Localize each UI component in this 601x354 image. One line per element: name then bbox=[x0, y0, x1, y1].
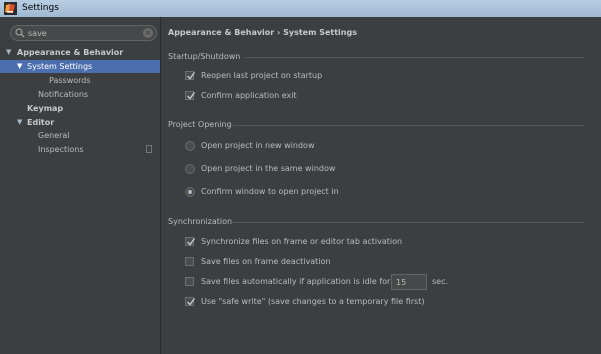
project-settings-icon bbox=[146, 145, 152, 153]
checkbox-label: Reopen last project on startup bbox=[201, 71, 323, 80]
idle-seconds-input[interactable] bbox=[392, 275, 426, 289]
radio-label: Open project in new window bbox=[201, 141, 315, 150]
section-title-synchronization: Synchronization bbox=[168, 217, 233, 226]
expand-arrow-icon[interactable]: ▼ bbox=[17, 60, 22, 73]
radio-button[interactable] bbox=[185, 187, 195, 197]
check-icon bbox=[187, 238, 196, 246]
settings-content: Appearance & Behavior › System Settings … bbox=[161, 17, 601, 354]
checkbox-label: Confirm application exit bbox=[201, 91, 297, 100]
tree-item-keymap[interactable]: Keymap bbox=[0, 102, 160, 115]
checkbox-label: Save files automatically if application … bbox=[201, 277, 391, 286]
tree-item-label: Inspections bbox=[38, 145, 84, 154]
tree-item-notifications[interactable]: Notifications bbox=[0, 88, 160, 101]
tree-item-label: Keymap bbox=[27, 104, 64, 113]
radio-label: Open project in the same window bbox=[201, 164, 336, 173]
checkbox-label: Use "safe write" (save changes to a temp… bbox=[201, 297, 425, 306]
checkbox-label: Synchronize files on frame or editor tab… bbox=[201, 237, 403, 246]
radio-label: Confirm window to open project in bbox=[201, 187, 339, 196]
tree-item-passwords[interactable]: Passwords bbox=[0, 74, 160, 87]
tree-item-editor[interactable]: ▼ Editor bbox=[0, 116, 160, 129]
tree-item-label: Passwords bbox=[49, 76, 91, 85]
tree-item-general[interactable]: General bbox=[0, 129, 160, 142]
seconds-unit-label: sec. bbox=[432, 277, 449, 286]
tree-item-label: General bbox=[38, 131, 70, 140]
section-divider bbox=[245, 57, 585, 58]
title-bar: Settings bbox=[0, 0, 601, 17]
tree-item-label: System Settings bbox=[27, 62, 93, 71]
checkbox-label: Save files on frame deactivation bbox=[201, 257, 331, 266]
search-icon bbox=[15, 28, 25, 38]
expand-arrow-icon[interactable]: ▼ bbox=[17, 116, 22, 129]
clear-search-icon[interactable]: × bbox=[143, 28, 153, 38]
radio-selected-dot bbox=[188, 190, 192, 194]
tree-item-label: Notifications bbox=[38, 90, 89, 99]
checkbox-box[interactable] bbox=[185, 257, 194, 266]
section-title-startup: Startup/Shutdown bbox=[168, 52, 241, 61]
checkbox-box[interactable] bbox=[185, 91, 196, 100]
settings-search: × bbox=[10, 25, 157, 41]
check-icon bbox=[187, 92, 196, 100]
expand-arrow-icon[interactable]: ▼ bbox=[6, 46, 11, 59]
radio-button[interactable] bbox=[185, 164, 195, 174]
check-icon bbox=[187, 298, 196, 306]
checkbox-box[interactable] bbox=[185, 237, 196, 246]
breadcrumb: Appearance & Behavior › System Settings bbox=[168, 28, 357, 37]
idle-seconds-field[interactable] bbox=[391, 274, 427, 290]
tree-item-system-settings[interactable]: ▼ System Settings bbox=[0, 60, 160, 73]
tree-item-inspections[interactable]: Inspections bbox=[0, 143, 160, 156]
section-title-project-opening: Project Opening bbox=[168, 120, 232, 129]
tree-item-label: Editor bbox=[27, 118, 55, 127]
section-divider bbox=[231, 222, 585, 223]
tree-item-label: Appearance & Behavior bbox=[17, 48, 124, 57]
checkbox-box[interactable] bbox=[185, 277, 194, 286]
section-divider bbox=[233, 125, 585, 126]
checkbox-box[interactable] bbox=[185, 71, 196, 80]
window-title: Settings bbox=[22, 3, 59, 13]
settings-sidebar: × ▼ Appearance & Behavior ▼ System Setti… bbox=[0, 17, 161, 354]
checkbox-box[interactable] bbox=[185, 297, 196, 306]
check-icon bbox=[187, 72, 196, 80]
radio-button[interactable] bbox=[185, 141, 195, 151]
intellij-app-icon bbox=[4, 2, 17, 15]
search-input[interactable] bbox=[28, 26, 138, 40]
tree-item-appearance-behavior[interactable]: ▼ Appearance & Behavior bbox=[0, 46, 160, 59]
